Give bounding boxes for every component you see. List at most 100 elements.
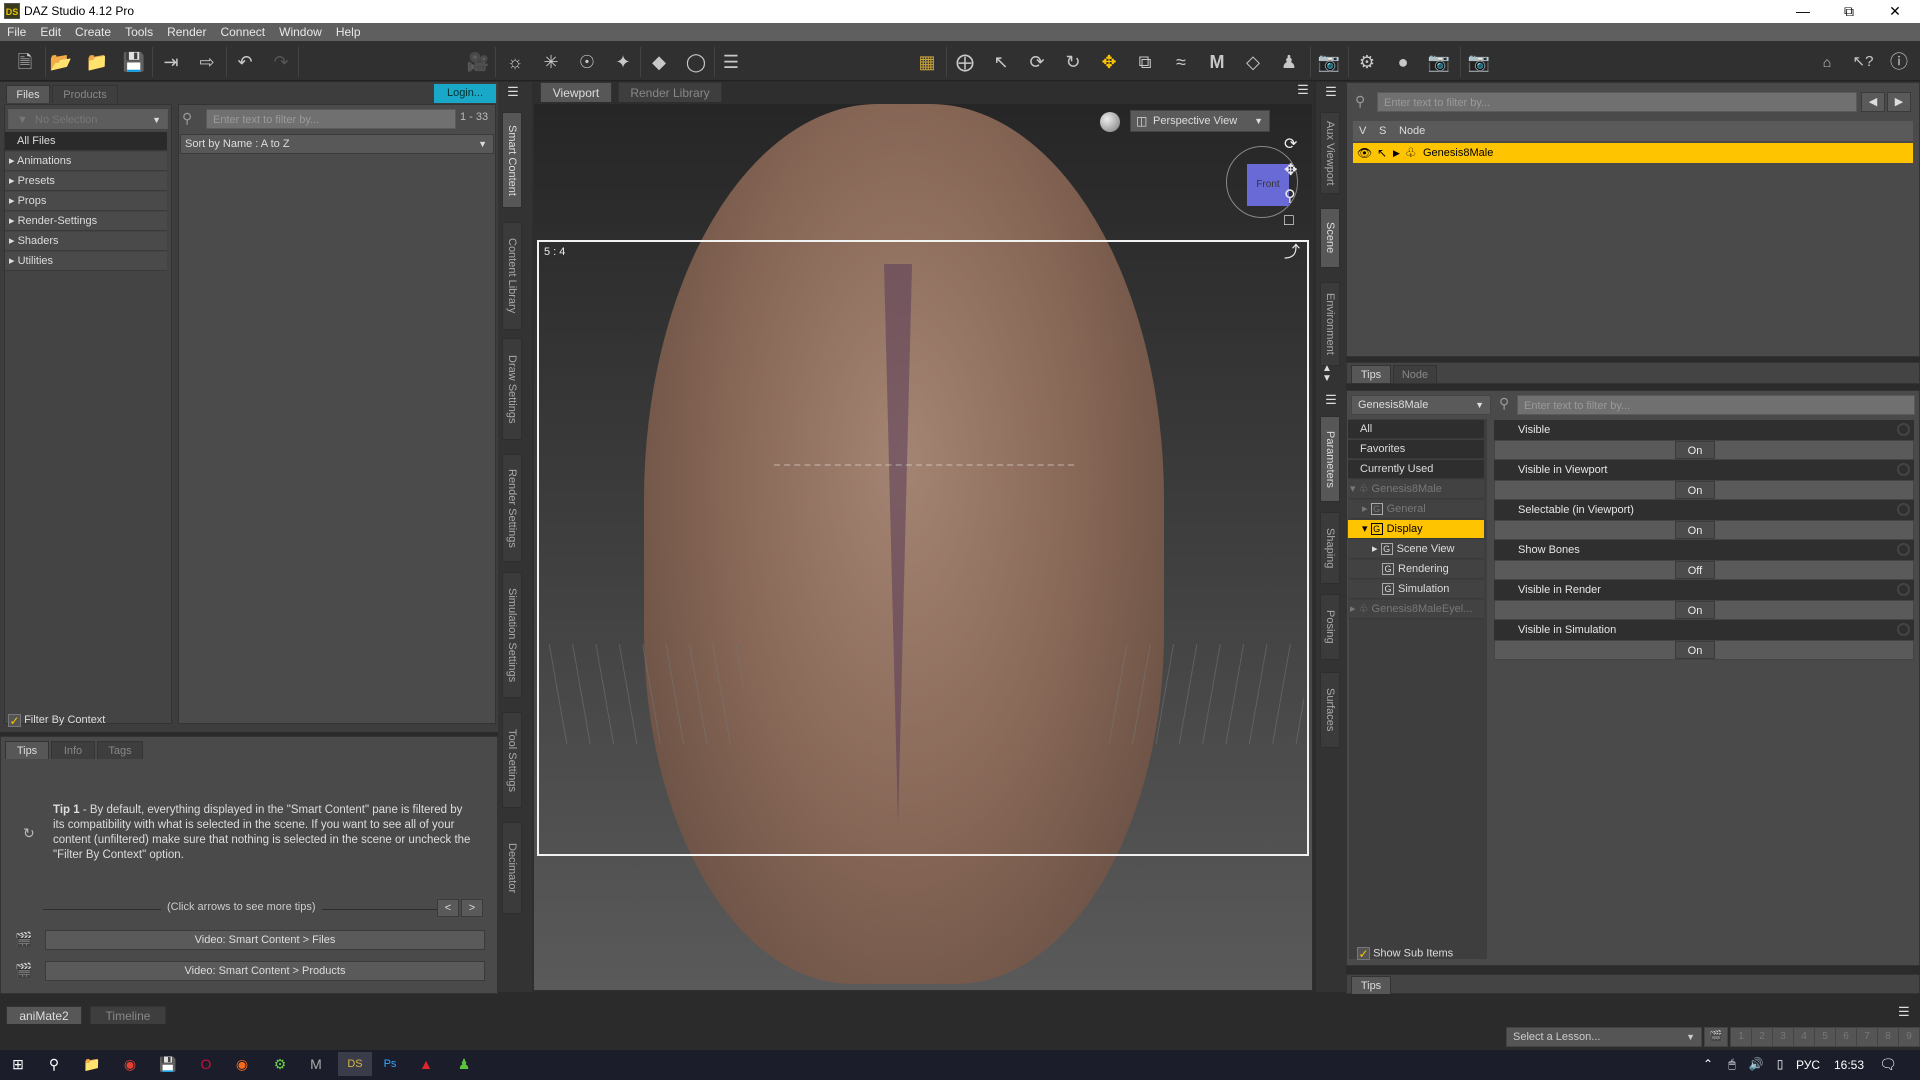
- tab-animate2[interactable]: aniMate2: [6, 1006, 82, 1024]
- tree-item-display[interactable]: ▾ G Display: [1348, 520, 1484, 539]
- tab-render-library[interactable]: Render Library: [618, 82, 722, 102]
- column-node[interactable]: Node: [1399, 121, 1425, 141]
- next-tip-button[interactable]: >: [461, 899, 483, 917]
- lesson-step[interactable]: 2: [1751, 1027, 1773, 1047]
- menu-edit[interactable]: Edit: [33, 23, 68, 39]
- category-props[interactable]: ▸ Props: [5, 192, 167, 211]
- tab-viewport[interactable]: Viewport: [540, 82, 612, 102]
- tab-files[interactable]: Files: [6, 85, 50, 103]
- firefox-icon[interactable]: ◉: [230, 1052, 254, 1076]
- vtab-posing[interactable]: Posing: [1320, 594, 1340, 660]
- category-shaders[interactable]: ▸ Shaders: [5, 232, 167, 251]
- show-sub-items-checkbox[interactable]: ✓ Show Sub Items: [1357, 947, 1453, 960]
- pane-layout-icon[interactable]: ☰: [718, 49, 744, 75]
- menu-create[interactable]: Create: [68, 23, 118, 39]
- scene-node-row[interactable]: 👁 ↖ ▶ ♧ Genesis8Male: [1353, 143, 1913, 163]
- menu-help[interactable]: Help: [329, 23, 368, 39]
- m-app-icon[interactable]: M: [304, 1052, 328, 1076]
- tree-item-currently-used[interactable]: Currently Used: [1348, 460, 1484, 479]
- merge-file-icon[interactable]: 📁: [84, 49, 110, 75]
- back-arrow-icon[interactable]: ◀: [1861, 92, 1885, 112]
- menu-file[interactable]: File: [0, 23, 33, 39]
- collapsed-icon[interactable]: ▸: [1350, 603, 1356, 615]
- param-visible-in-render-toggle[interactable]: On: [1494, 600, 1914, 620]
- expanded-icon[interactable]: ▾: [1350, 483, 1356, 495]
- vtab-parameters[interactable]: Parameters: [1320, 416, 1340, 502]
- vtab-surfaces[interactable]: Surfaces: [1320, 672, 1340, 748]
- tool-settings-icon[interactable]: ⚙: [1354, 49, 1380, 75]
- gear-icon[interactable]: [1897, 423, 1910, 436]
- green-people-icon[interactable]: ♟: [452, 1052, 476, 1076]
- lesson-step[interactable]: 4: [1793, 1027, 1815, 1047]
- start-icon[interactable]: ⊞: [6, 1052, 30, 1076]
- selectable-icon[interactable]: ↖: [1377, 143, 1387, 163]
- eye-icon[interactable]: 👁: [1357, 143, 1372, 163]
- node-dropdown[interactable]: Genesis8Male ▼: [1351, 395, 1491, 415]
- import-icon[interactable]: ⇥: [158, 49, 184, 75]
- twist-tool-icon[interactable]: ↻: [1060, 49, 1086, 75]
- parameters-search-input[interactable]: Enter text to filter by...: [1517, 395, 1915, 415]
- content-search-input[interactable]: Enter text to filter by...: [206, 109, 456, 129]
- zoom-icon[interactable]: ⚲: [1284, 186, 1296, 206]
- login-button[interactable]: Login...: [434, 84, 496, 103]
- gear-icon[interactable]: [1897, 543, 1910, 556]
- lesson-step[interactable]: 8: [1877, 1027, 1899, 1047]
- vtab-decimator[interactable]: Decimator: [502, 822, 522, 914]
- restore-icon[interactable]: ⧉: [1826, 0, 1872, 23]
- menu-connect[interactable]: Connect: [213, 23, 272, 39]
- chrome-icon[interactable]: ◉: [118, 1052, 142, 1076]
- forward-arrow-icon[interactable]: ▶: [1887, 92, 1911, 112]
- vtab-draw-settings[interactable]: Draw Settings: [502, 338, 522, 440]
- view-dropdown[interactable]: ◫ Perspective View ▼: [1130, 110, 1270, 132]
- expand-icon[interactable]: ▶: [1393, 143, 1400, 163]
- new-camera-icon[interactable]: 🎥: [465, 49, 491, 75]
- search-icon[interactable]: ⚲: [1499, 395, 1509, 412]
- scale-tool-icon[interactable]: ⧉: [1132, 49, 1158, 75]
- translate-tool-icon[interactable]: ✥: [1096, 49, 1122, 75]
- volume-icon[interactable]: 🔊: [1744, 1052, 1768, 1076]
- usb-icon[interactable]: ▯: [1768, 1052, 1792, 1076]
- aniblock-icon[interactable]: ▦: [914, 49, 940, 75]
- tab-timeline[interactable]: Timeline: [90, 1006, 166, 1024]
- gear-icon[interactable]: [1897, 583, 1910, 596]
- camera-tool-icon[interactable]: 📷: [1316, 49, 1342, 75]
- vtab-render-settings[interactable]: Render Settings: [502, 454, 522, 562]
- joint-editor-icon[interactable]: ≈: [1168, 49, 1194, 75]
- tab-tags[interactable]: Tags: [97, 741, 143, 759]
- tree-item-scene-view[interactable]: ▸ G Scene View: [1348, 540, 1484, 559]
- sort-dropdown[interactable]: Sort by Name : A to Z ▼: [180, 134, 494, 154]
- view-cube[interactable]: Front: [1226, 146, 1298, 218]
- universal-tool-icon[interactable]: ⨁: [952, 49, 978, 75]
- collapsed-icon[interactable]: ▸: [1372, 543, 1378, 555]
- scene-search-input[interactable]: Enter text to filter by...: [1377, 92, 1857, 112]
- menu-render[interactable]: Render: [160, 23, 213, 39]
- pane-options-icon[interactable]: ☰: [1320, 84, 1342, 102]
- orbit-icon[interactable]: ⟳: [1284, 134, 1297, 154]
- 3d-viewport[interactable]: 5 : 4 ◫ Perspective View ▼ Front ⟳ ✥ ⚲ □…: [534, 104, 1312, 990]
- acrobat-icon[interactable]: ▲: [414, 1052, 438, 1076]
- tab-products[interactable]: Products: [52, 85, 118, 103]
- redo-icon[interactable]: ↷: [268, 49, 294, 75]
- video-products-button[interactable]: Video: Smart Content > Products: [45, 961, 485, 981]
- column-s[interactable]: S: [1379, 121, 1386, 141]
- render-icon[interactable]: 📷: [1466, 49, 1492, 75]
- menu-window[interactable]: Window: [272, 23, 329, 39]
- pane-options-icon[interactable]: ☰: [502, 84, 524, 102]
- pan-icon[interactable]: ✥: [1284, 160, 1297, 180]
- vtab-environment[interactable]: Environment: [1320, 282, 1340, 366]
- lesson-step[interactable]: 5: [1814, 1027, 1836, 1047]
- lesson-dropdown[interactable]: Select a Lesson... ▼: [1506, 1027, 1702, 1047]
- lesson-step[interactable]: 3: [1772, 1027, 1794, 1047]
- reset-icon[interactable]: ⤴: [1284, 238, 1300, 262]
- viewport-options-icon[interactable]: ☰: [1294, 82, 1312, 100]
- prev-tip-button[interactable]: <: [437, 899, 459, 917]
- collapsed-icon[interactable]: ▸: [1362, 503, 1368, 515]
- gear-icon[interactable]: [1897, 623, 1910, 636]
- tab-info[interactable]: Info: [51, 741, 95, 759]
- node-selection-icon[interactable]: ↖: [988, 49, 1014, 75]
- param-selectable-toggle[interactable]: On: [1494, 520, 1914, 540]
- filter-by-context-checkbox[interactable]: ✓ Filter By Context: [8, 712, 168, 728]
- lesson-step[interactable]: 1: [1730, 1027, 1752, 1047]
- whats-this-icon[interactable]: ↖?: [1850, 49, 1876, 75]
- vtab-content-library[interactable]: Content Library: [502, 222, 522, 330]
